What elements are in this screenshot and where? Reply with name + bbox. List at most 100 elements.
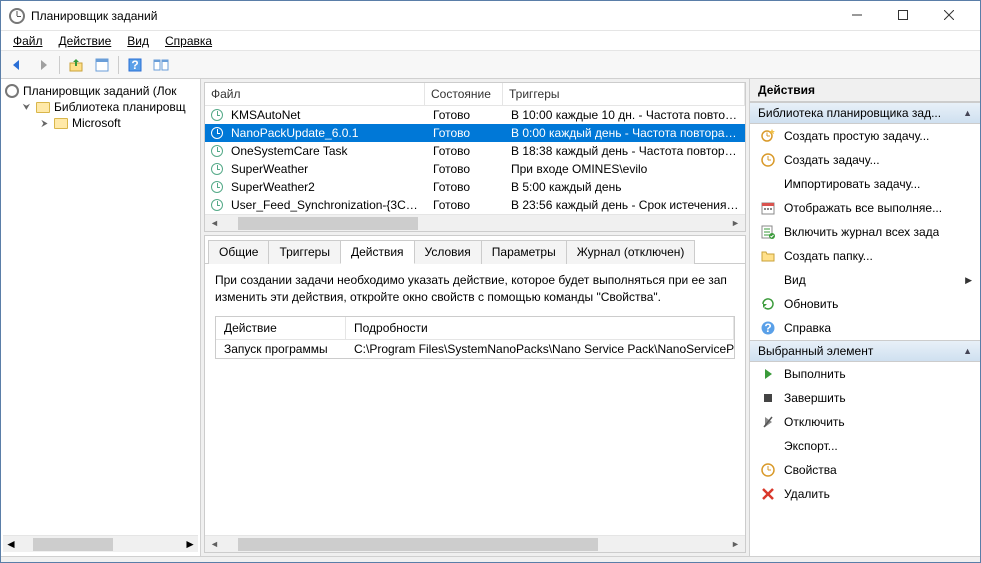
tab-actions[interactable]: Действия — [340, 240, 415, 264]
clock-icon — [760, 152, 776, 168]
actions-pane-body: Библиотека планировщика зад... ▲ Создать… — [750, 102, 980, 556]
folder-icon — [760, 248, 776, 264]
properties-button[interactable] — [90, 53, 114, 77]
svg-text:?: ? — [764, 321, 771, 335]
tab-history[interactable]: Журнал (отключен) — [566, 240, 696, 264]
action-вид[interactable]: Вид▶ — [750, 268, 980, 292]
task-row[interactable]: User_Feed_Synchronization-{3CF8E10...Гот… — [205, 196, 745, 214]
clock-icon — [211, 109, 223, 121]
nav-back-button[interactable] — [5, 53, 29, 77]
actions-section-library[interactable]: Библиотека планировщика зад... ▲ — [750, 102, 980, 124]
expander-icon[interactable]: ⮞ — [39, 118, 50, 129]
action-item-label: Отключить — [784, 415, 845, 429]
action-справка[interactable]: ? Справка — [750, 316, 980, 340]
task-state: Готово — [427, 180, 505, 194]
maximize-button[interactable] — [880, 0, 926, 30]
action-выполнить[interactable]: Выполнить — [750, 362, 980, 386]
expander-icon[interactable]: ⮟ — [21, 102, 32, 113]
action-item-label: Создать задачу... — [784, 153, 880, 167]
actions-section-selected[interactable]: Выбранный элемент ▲ — [750, 340, 980, 362]
col-action[interactable]: Действие — [216, 317, 346, 339]
scroll-left-icon[interactable]: ◄ — [5, 537, 17, 551]
tree-microsoft-label: Microsoft — [72, 116, 121, 130]
task-row[interactable]: NanoPackUpdate_6.0.1ГотовоВ 0:00 каждый … — [205, 124, 745, 142]
action-item-label: Справка — [784, 321, 831, 335]
scroll-left-icon[interactable]: ◄ — [207, 539, 222, 549]
task-state: Готово — [427, 144, 505, 158]
main-area: Планировщик заданий (Лок ⮟ Библиотека пл… — [1, 79, 980, 556]
action-отключить[interactable]: Отключить — [750, 410, 980, 434]
action-item-label: Обновить — [784, 297, 838, 311]
task-row[interactable]: KMSAutoNetГотовоВ 10:00 каждые 10 дн. - … — [205, 106, 745, 124]
action-row[interactable]: Запуск программыC:\Program Files\SystemN… — [216, 340, 734, 358]
action-удалить[interactable]: Удалить — [750, 482, 980, 506]
col-state[interactable]: Состояние — [425, 83, 503, 105]
scroll-right-icon[interactable]: ► — [728, 218, 743, 228]
toolbar-separator — [59, 56, 60, 74]
actions-section-label: Выбранный элемент — [758, 344, 873, 358]
details-hscrollbar[interactable]: ◄ ► — [205, 535, 745, 552]
refresh-icon — [760, 296, 776, 312]
menu-action[interactable]: Действие — [53, 32, 118, 50]
action-импортировать-задачу-[interactable]: Импортировать задачу... — [750, 172, 980, 196]
task-name: OneSystemCare Task — [225, 144, 427, 158]
task-trigger: В 18:38 каждый день - Частота повтора по… — [505, 144, 745, 158]
action-завершить[interactable]: Завершить — [750, 386, 980, 410]
minimize-button[interactable] — [834, 0, 880, 30]
action-item-label: Создать простую задачу... — [784, 129, 929, 143]
action-экспорт-[interactable]: Экспорт... — [750, 434, 980, 458]
scroll-right-icon[interactable]: ► — [728, 539, 743, 549]
none-icon — [760, 272, 776, 288]
task-row[interactable]: SuperWeatherГотовоПри входе OMINES\evilo — [205, 160, 745, 178]
menu-view[interactable]: Вид — [121, 32, 155, 50]
col-triggers[interactable]: Триггеры — [503, 83, 745, 105]
action-создать-простую-задачу-[interactable]: Создать простую задачу... — [750, 124, 980, 148]
scroll-thumb[interactable] — [238, 217, 418, 230]
tab-settings[interactable]: Параметры — [481, 240, 567, 264]
tree-hscrollbar[interactable]: ◄ ► — [3, 535, 198, 552]
menu-help[interactable]: Справка — [159, 32, 218, 50]
collapse-icon: ▲ — [963, 346, 972, 356]
action-отображать-все-выполняе-[interactable]: Отображать все выполняе... — [750, 196, 980, 220]
action-включить-журнал-всех-зада[interactable]: Включить журнал всех зада — [750, 220, 980, 244]
task-state: Готово — [427, 126, 505, 140]
tab-conditions[interactable]: Условия — [414, 240, 482, 264]
help-button[interactable]: ? — [123, 53, 147, 77]
task-row[interactable]: OneSystemCare TaskГотовоВ 18:38 каждый д… — [205, 142, 745, 160]
delete-icon — [760, 486, 776, 502]
action-item-label: Создать папку... — [784, 249, 873, 263]
log-icon — [760, 224, 776, 240]
tree-root[interactable]: Планировщик заданий (Лок — [3, 83, 198, 99]
list-hscrollbar[interactable]: ◄ ► — [205, 214, 745, 231]
tree-microsoft[interactable]: ⮞ Microsoft — [3, 115, 198, 131]
tab-general[interactable]: Общие — [208, 240, 269, 264]
task-row[interactable]: SuperWeather2ГотовоВ 5:00 каждый день — [205, 178, 745, 196]
panes-button[interactable] — [149, 53, 173, 77]
help-icon: ? — [760, 320, 776, 336]
toolbar-separator — [118, 56, 119, 74]
nav-forward-button[interactable] — [31, 53, 55, 77]
tree-root-label: Планировщик заданий (Лок — [23, 84, 177, 98]
window-title: Планировщик заданий — [31, 9, 834, 23]
action-item-label: Вид — [784, 273, 806, 287]
close-button[interactable] — [926, 0, 972, 30]
scroll-right-icon[interactable]: ► — [184, 537, 196, 551]
task-state: Готово — [427, 108, 505, 122]
scroll-left-icon[interactable]: ◄ — [207, 218, 222, 228]
menu-file[interactable]: Файл — [7, 32, 49, 50]
task-name: SuperWeather — [225, 162, 427, 176]
up-level-button[interactable] — [64, 53, 88, 77]
clock-icon — [211, 181, 223, 193]
action-создать-задачу-[interactable]: Создать задачу... — [750, 148, 980, 172]
col-details[interactable]: Подробности — [346, 317, 734, 339]
action-создать-папку-[interactable]: Создать папку... — [750, 244, 980, 268]
action-item-label: Включить журнал всех зада — [784, 225, 939, 239]
action-свойства[interactable]: Свойства — [750, 458, 980, 482]
action-обновить[interactable]: Обновить — [750, 292, 980, 316]
clock-icon — [211, 145, 223, 157]
col-file[interactable]: Файл — [205, 83, 425, 105]
tree-library[interactable]: ⮟ Библиотека планировщ — [3, 99, 198, 115]
scroll-thumb[interactable] — [238, 538, 598, 551]
scroll-thumb[interactable] — [33, 538, 113, 551]
tab-triggers[interactable]: Триггеры — [268, 240, 341, 264]
